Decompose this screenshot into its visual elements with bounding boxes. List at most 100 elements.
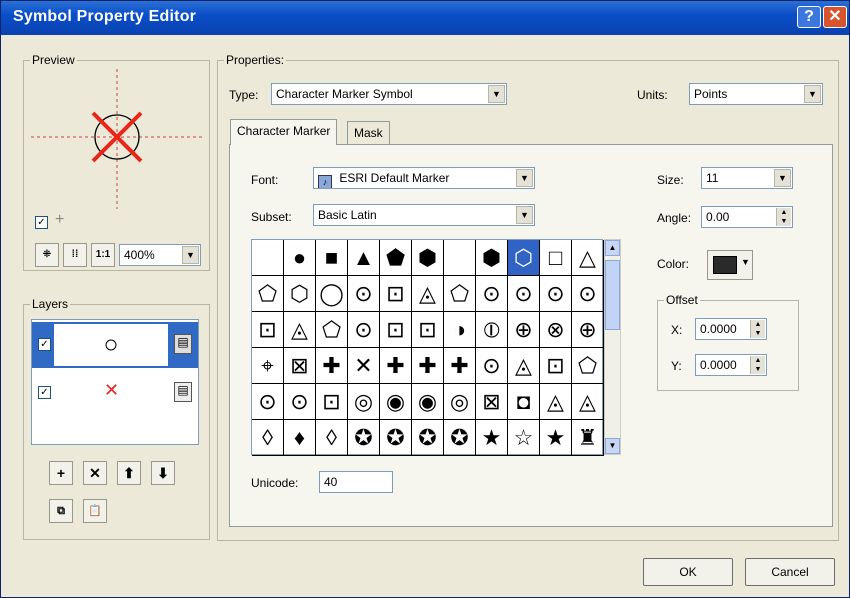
glyph-cell[interactable]: ⊡: [380, 312, 412, 348]
glyph-cell[interactable]: ⊙: [476, 348, 508, 384]
glyph-cell[interactable]: ⊙: [348, 312, 380, 348]
layer-row[interactable]: ✓ ▤: [32, 322, 198, 368]
lock-icon[interactable]: ▤: [174, 334, 192, 354]
glyph-cell[interactable]: ◬: [572, 384, 604, 420]
glyph-cell[interactable]: ◬: [284, 312, 316, 348]
glyph-cell[interactable]: ◬: [412, 276, 444, 312]
tab-mask[interactable]: Mask: [347, 121, 390, 145]
glyph-cell[interactable]: ⊕: [572, 312, 604, 348]
glyph-cell[interactable]: ⬠: [444, 276, 476, 312]
glyph-grid-scrollbar[interactable]: ▲ ▼: [604, 239, 621, 455]
spinner-icon[interactable]: ▲ ▼: [750, 320, 765, 338]
lock-icon[interactable]: ▤: [174, 382, 192, 402]
move-down-button[interactable]: ⬇: [151, 461, 175, 485]
subset-combo[interactable]: Basic Latin ▼: [313, 204, 535, 226]
glyph-cell[interactable]: ⬢: [476, 240, 508, 276]
glyph-cell[interactable]: ⬠: [252, 276, 284, 312]
glyph-cell[interactable]: ✚: [380, 348, 412, 384]
add-layer-button[interactable]: +: [49, 461, 73, 485]
close-button[interactable]: ✕: [823, 6, 847, 28]
unicode-field[interactable]: 40: [319, 471, 393, 493]
glyph-cell[interactable]: □: [540, 240, 572, 276]
glyph-cell[interactable]: ⬠: [572, 348, 604, 384]
type-combo[interactable]: Character Marker Symbol ▼: [271, 83, 507, 105]
glyph-cell[interactable]: ✚: [412, 348, 444, 384]
glyph-cell[interactable]: ✪: [348, 420, 380, 456]
spinner-icon[interactable]: ▲ ▼: [776, 208, 791, 226]
glyph-cell[interactable]: ◘: [508, 384, 540, 420]
offset-x-field[interactable]: 0.0000 ▲ ▼: [695, 318, 767, 340]
glyph-cell[interactable]: ⌖: [252, 348, 284, 384]
glyph-cell[interactable]: ⊡: [540, 348, 572, 384]
glyph-cell[interactable]: ⊙: [284, 384, 316, 420]
move-up-button[interactable]: ⬆: [117, 461, 141, 485]
glyph-cell[interactable]: ✚: [316, 348, 348, 384]
glyph-cell[interactable]: ⊡: [252, 312, 284, 348]
glyph-cell[interactable]: ⊙: [572, 276, 604, 312]
glyph-cell[interactable]: ◬: [540, 384, 572, 420]
glyph-cell[interactable]: ◯: [316, 276, 348, 312]
glyph-cell[interactable]: ⦶: [476, 312, 508, 348]
layer-visible-checkbox[interactable]: ✓: [38, 338, 51, 351]
spinner-icon[interactable]: ▲ ▼: [750, 356, 765, 374]
glyph-cell[interactable]: ⊡: [380, 276, 412, 312]
glyph-cell[interactable]: ★: [476, 420, 508, 456]
glyph-cell[interactable]: ◊: [252, 420, 284, 456]
size-combo[interactable]: 11 ▼: [701, 167, 793, 189]
color-button[interactable]: ▼: [707, 250, 753, 280]
glyph-cell[interactable]: ◉: [380, 384, 412, 420]
glyph-cell[interactable]: ⊙: [476, 276, 508, 312]
copy-layer-button[interactable]: ⧉: [49, 499, 73, 523]
glyph-cell[interactable]: ⊕: [508, 312, 540, 348]
preview-checkbox[interactable]: ✓: [35, 216, 48, 229]
glyph-cell[interactable]: ✪: [444, 420, 476, 456]
glyph-cell[interactable]: ⊡: [316, 384, 348, 420]
glyph-cell[interactable]: ●: [284, 240, 316, 276]
glyph-cell[interactable]: ◎: [348, 384, 380, 420]
glyph-cell[interactable]: ✕: [348, 348, 380, 384]
units-combo[interactable]: Points ▼: [689, 83, 823, 105]
glyph-cell[interactable]: ✪: [380, 420, 412, 456]
glyph-cell[interactable]: ⬡: [284, 276, 316, 312]
paste-layer-button[interactable]: 📋: [83, 499, 107, 523]
glyph-cell[interactable]: ⊙: [508, 276, 540, 312]
glyph-cell[interactable]: [252, 240, 284, 276]
glyph-cell[interactable]: [444, 240, 476, 276]
glyph-cell[interactable]: ★: [540, 420, 572, 456]
glyph-cell[interactable]: ▲: [348, 240, 380, 276]
ok-button[interactable]: OK: [643, 558, 733, 586]
zoom-combo[interactable]: 400% ▼: [119, 244, 201, 266]
tab-character-marker[interactable]: Character Marker: [230, 119, 338, 145]
glyph-cell[interactable]: ◑: [444, 312, 476, 348]
glyph-cell[interactable]: ⬟: [380, 240, 412, 276]
glyph-cell[interactable]: ◬: [508, 348, 540, 384]
glyph-cell[interactable]: △: [572, 240, 604, 276]
glyph-cell[interactable]: ◎: [444, 384, 476, 420]
help-button[interactable]: ?: [797, 6, 821, 28]
glyph-cell[interactable]: ♜: [572, 420, 604, 456]
glyph-cell[interactable]: ⊡: [412, 312, 444, 348]
glyph-cell[interactable]: ✪: [412, 420, 444, 456]
glyph-cell[interactable]: ⊙: [252, 384, 284, 420]
chevron-down-icon[interactable]: ▼: [605, 438, 620, 454]
remove-layer-button[interactable]: ✕: [83, 461, 107, 485]
glyph-cell[interactable]: ⬡: [508, 240, 540, 276]
zoom-in-button[interactable]: ⁜: [35, 243, 59, 267]
glyph-cell[interactable]: ⬠: [316, 312, 348, 348]
zoom-out-button[interactable]: ⁞⁞: [63, 243, 87, 267]
glyph-cell[interactable]: ◉: [412, 384, 444, 420]
font-combo[interactable]: ♪ ESRI Default Marker ▼: [313, 167, 535, 189]
glyph-cell[interactable]: ⊙: [348, 276, 380, 312]
angle-field[interactable]: 0.00 ▲ ▼: [701, 206, 793, 228]
offset-y-field[interactable]: 0.0000 ▲ ▼: [695, 354, 767, 376]
layer-visible-checkbox[interactable]: ✓: [38, 386, 51, 399]
glyph-cell[interactable]: ♦: [284, 420, 316, 456]
cancel-button[interactable]: Cancel: [745, 558, 835, 586]
glyph-cell[interactable]: ⊗: [540, 312, 572, 348]
glyph-cell[interactable]: ✚: [444, 348, 476, 384]
glyph-cell[interactable]: ⊙: [540, 276, 572, 312]
chevron-up-icon[interactable]: ▲: [605, 240, 620, 256]
glyph-cell[interactable]: ⬢: [412, 240, 444, 276]
glyph-cell[interactable]: ☆: [508, 420, 540, 456]
layer-row[interactable]: ✓ ✕ ▤: [32, 370, 198, 416]
